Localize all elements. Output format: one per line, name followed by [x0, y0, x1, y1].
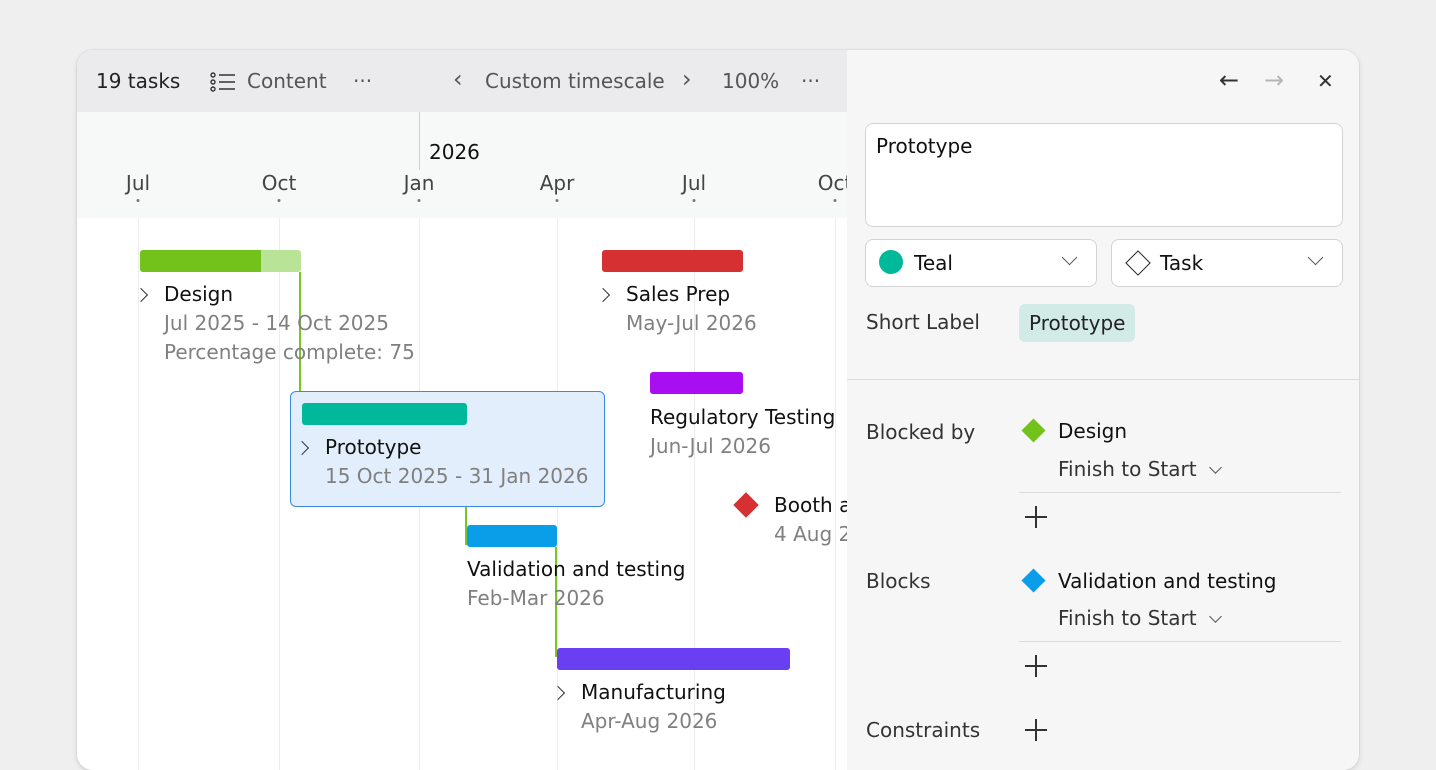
- task-details-panel: ← → ✕ Prototype Teal Task Short Label Pr…: [847, 50, 1359, 770]
- task-bar-prototype[interactable]: [302, 403, 467, 425]
- task-name[interactable]: Sales Prep: [626, 282, 730, 306]
- zoom-more-button[interactable]: ···: [801, 69, 820, 93]
- close-icon[interactable]: ✕: [1317, 69, 1334, 93]
- forward-arrow-icon[interactable]: →: [1264, 66, 1284, 94]
- timescale-select[interactable]: Custom timescale: [485, 69, 665, 93]
- chevron-right-icon[interactable]: [133, 287, 149, 303]
- chevron-down-icon: [1208, 461, 1222, 474]
- chevron-down-icon: [1208, 610, 1222, 623]
- task-dates: Jun-Jul 2026: [650, 434, 771, 458]
- back-arrow-icon[interactable]: ←: [1219, 66, 1239, 94]
- type-select[interactable]: Task: [1111, 239, 1343, 287]
- month-label: Jul: [125, 171, 151, 195]
- task-dates: May-Jul 2026: [626, 311, 757, 335]
- blocks-title: Blocks: [866, 569, 931, 593]
- milestone-diamond-icon[interactable]: [733, 492, 759, 518]
- blocked-by-task[interactable]: Design: [1058, 419, 1127, 443]
- tick-dot: [833, 199, 837, 202]
- month-label: Oct: [261, 171, 297, 195]
- month-label: Oct: [817, 171, 847, 195]
- content-button[interactable]: Content: [210, 69, 330, 95]
- timescale-next-button[interactable]: ›: [682, 65, 692, 93]
- tick-dot: [692, 199, 696, 202]
- grid-line: [279, 218, 280, 770]
- task-type-diamond-icon: [1125, 250, 1151, 276]
- dependency-type-label: Finish to Start: [1058, 457, 1197, 481]
- separator: [1019, 492, 1341, 493]
- progress-fill: [140, 250, 261, 272]
- month-label: Apr: [539, 171, 575, 195]
- task-bar-design[interactable]: [140, 250, 301, 272]
- timeline-axis: [77, 112, 847, 218]
- task-bar-validation[interactable]: [467, 525, 557, 547]
- task-name[interactable]: Validation and testing: [467, 557, 685, 581]
- content-label: Content: [247, 69, 327, 93]
- chevron-down-icon: [1061, 249, 1078, 266]
- dependency-diamond-icon: [1021, 568, 1046, 593]
- dependency-type-label: Finish to Start: [1058, 606, 1197, 630]
- month-label: Jul: [681, 171, 707, 195]
- task-bar-regulatory-testing[interactable]: [650, 372, 743, 394]
- task-count: 19 tasks: [96, 69, 181, 93]
- more-options-button[interactable]: ···: [353, 69, 372, 93]
- teal-swatch-icon: [879, 250, 903, 274]
- dependency-diamond-icon: [1021, 418, 1046, 443]
- task-name[interactable]: Prototype: [325, 435, 421, 459]
- constraints-title: Constraints: [866, 718, 981, 742]
- task-dates: Feb-Mar 2026: [467, 586, 605, 610]
- task-dates: 4 Aug 2: [774, 522, 847, 546]
- color-select-label: Teal: [914, 251, 953, 275]
- short-label-title: Short Label: [866, 310, 980, 334]
- tick-dot: [136, 199, 140, 202]
- zoom-level[interactable]: 100%: [722, 69, 779, 93]
- task-dates: Apr-Aug 2026: [581, 709, 718, 733]
- list-icon: [210, 72, 235, 92]
- task-name[interactable]: Manufacturing: [581, 680, 726, 704]
- year-divider: [419, 112, 420, 170]
- gantt-toolbar: 19 tasks Content ··· ‹ Custom timescale …: [77, 50, 847, 112]
- gantt-chart: 19 tasks Content ··· ‹ Custom timescale …: [77, 50, 847, 770]
- timescale-prev-button[interactable]: ‹: [453, 65, 463, 93]
- task-name[interactable]: Regulatory Testing: [650, 405, 835, 429]
- blocks-type-select[interactable]: Finish to Start: [1058, 606, 1222, 630]
- task-title-value: Prototype: [876, 134, 973, 158]
- tick-dot: [555, 199, 559, 202]
- blocked-by-title: Blocked by: [866, 420, 976, 444]
- tick-dot: [277, 199, 281, 202]
- short-label-chip[interactable]: Prototype: [1019, 304, 1136, 342]
- task-name[interactable]: Design: [164, 282, 233, 306]
- add-blocks-icon[interactable]: [1025, 655, 1047, 677]
- chevron-down-icon: [1307, 249, 1324, 266]
- blocked-by-type-select[interactable]: Finish to Start: [1058, 457, 1222, 481]
- task-name[interactable]: Booth a: [774, 493, 847, 517]
- task-percent: Percentage complete: 75: [164, 340, 415, 364]
- type-select-label: Task: [1160, 251, 1204, 275]
- year-label: 2026: [429, 140, 480, 164]
- color-select[interactable]: Teal: [865, 239, 1097, 287]
- blocks-task[interactable]: Validation and testing: [1058, 569, 1276, 593]
- month-label: Jan: [403, 171, 435, 195]
- add-constraint-icon[interactable]: [1025, 719, 1047, 741]
- tick-dot: [417, 199, 421, 202]
- task-bar-sales-prep[interactable]: [602, 250, 743, 272]
- task-dates: Jul 2025 - 14 Oct 2025: [164, 311, 389, 335]
- add-blocked-by-icon[interactable]: [1025, 506, 1047, 528]
- app-window: 19 tasks Content ··· ‹ Custom timescale …: [77, 50, 1359, 770]
- chevron-right-icon[interactable]: [550, 685, 566, 701]
- task-dates: 15 Oct 2025 - 31 Jan 2026: [325, 464, 589, 488]
- task-title-field[interactable]: Prototype: [865, 123, 1343, 227]
- section-divider: [847, 379, 1359, 380]
- task-bar-manufacturing[interactable]: [557, 648, 790, 670]
- chevron-right-icon[interactable]: [595, 287, 611, 303]
- separator: [1019, 641, 1341, 642]
